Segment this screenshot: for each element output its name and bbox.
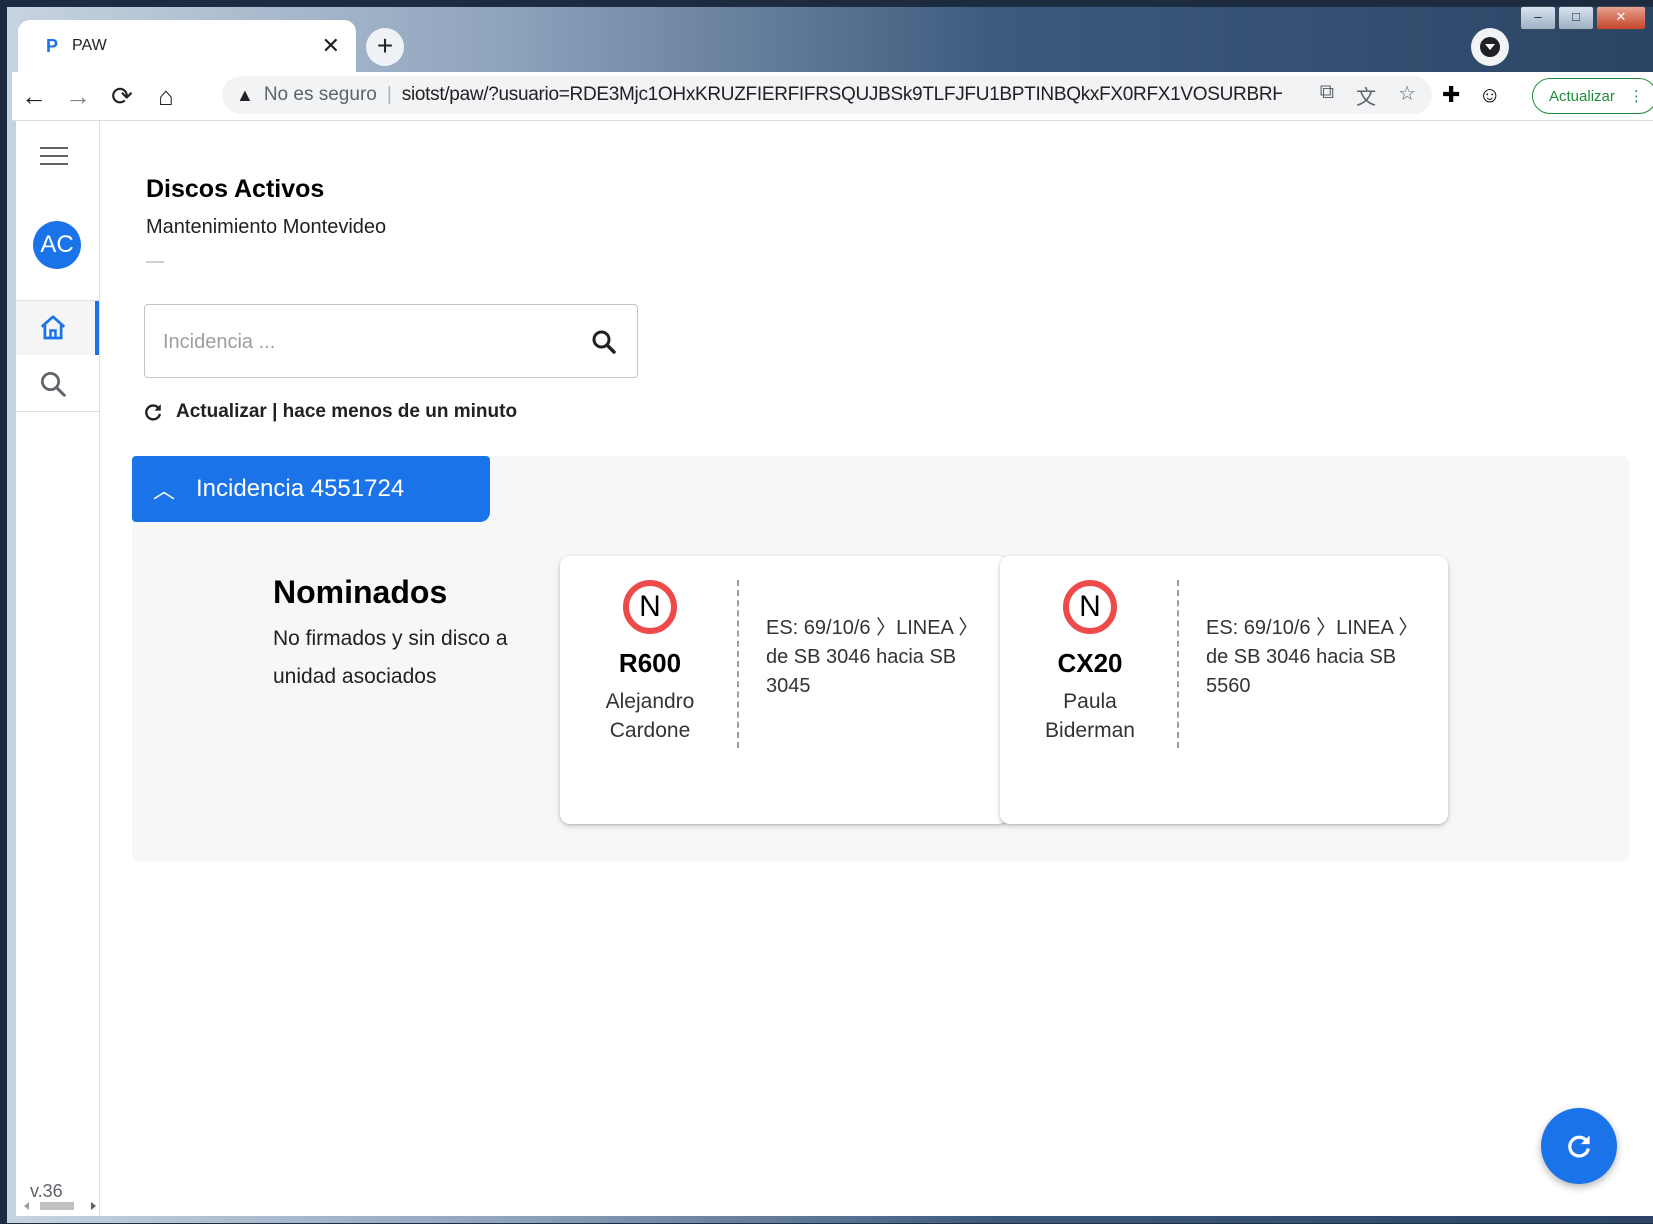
separator: | [386,84,392,105]
profile-avatar-icon[interactable]: ☺ [1478,82,1500,108]
translate-icon[interactable]: 文 [1356,81,1376,110]
status-badge: N [1063,580,1117,634]
open-external-icon[interactable]: ⧉ [1320,81,1334,110]
side-rail: AC v.36 [16,121,100,1216]
extensions: ✚ ☺ [1442,82,1501,108]
divider [146,261,164,263]
reload-icon[interactable]: ⟳ [100,81,144,112]
rail-divider [16,411,99,412]
incident-label: Incidencia 4551724 [196,475,405,502]
forward-icon[interactable]: → [56,81,100,112]
card-identity: N CX20 Paula Biderman [1000,580,1180,745]
card-description: ES: 69/10/6 〉LINEA 〉de SB 3046 hacia SB … [766,617,979,697]
tab-title: PAW [72,37,107,54]
card-identity: N R600 Alejandro Cardone [560,580,740,745]
incident-search-field [144,304,638,378]
incident-toggle[interactable]: ︿ Incidencia 4551724 [132,456,490,522]
assignment-card[interactable]: N R600 Alejandro Cardone ES: 69/10/6 〉LI… [560,556,1008,824]
card-person: Alejandro Cardone [605,690,695,742]
assignment-card[interactable]: N CX20 Paula Biderman ES: 69/10/6 〉LINEA… [1000,556,1448,824]
card-code: CX20 [1057,648,1123,678]
url-text[interactable]: siotst/paw/?usuario=RDE3Mjc1OHxKRUZFIERF… [402,84,1282,106]
section-title: Nominados [273,574,448,610]
favicon: P [46,35,59,56]
close-tab-icon[interactable]: ✕ [322,33,340,59]
home-icon [40,315,66,340]
browser-toolbar: ← → ⟳ ⌂ ▲ No es seguro | siotst/paw/?usu… [12,72,1653,121]
more-menu-icon[interactable]: ⋮ [1629,87,1644,105]
section-subtitle: No firmados y sin disco a unidad asociad… [273,627,508,688]
page-title: Discos Activos [146,175,325,203]
status-badge: N [623,580,677,634]
tab-search-icon[interactable] [1471,28,1509,66]
refresh-icon [1568,1135,1590,1158]
warning-icon: ▲ [236,84,254,105]
new-tab-button[interactable]: + [366,28,404,66]
refresh-link[interactable]: Actualizar | hace menos de un minuto [142,401,517,423]
extensions-puzzle-icon[interactable]: ✚ [1442,82,1460,108]
card-description: ES: 69/10/6 〉LINEA 〉de SB 3046 hacia SB … [1206,617,1419,697]
maximize-icon[interactable]: □ [1558,6,1594,30]
omnibox-actions: ⧉ 文 ☆ [1320,81,1416,110]
horizontal-scrollbar[interactable] [22,1199,98,1213]
browser-tab[interactable]: P PAW ✕ [18,20,356,72]
back-icon[interactable]: ← [12,81,56,112]
minimize-icon[interactable]: – [1520,6,1556,30]
card-code: R600 [618,648,682,678]
browser-update-button[interactable]: Actualizar ⋮ [1532,78,1653,114]
window-close-icon[interactable]: ✕ [1596,6,1646,30]
incident-search-input[interactable] [161,325,545,359]
sidebar-item-home[interactable] [16,301,99,355]
user-avatar[interactable]: AC [33,221,81,269]
bookmark-star-icon[interactable]: ☆ [1398,81,1416,110]
sidebar-item-search[interactable] [16,357,99,409]
card-divider [737,580,739,748]
home-browser-icon[interactable]: ⌂ [144,81,188,112]
window-controls: – □ ✕ [1520,6,1646,30]
search-icon[interactable] [589,327,619,357]
card-divider [1177,580,1179,748]
incident-panel: ︿ Incidencia 4551724 Nominados No firmad… [132,456,1630,862]
refresh-fab-button[interactable] [1541,1108,1617,1184]
security-label[interactable]: No es seguro [264,84,377,106]
card-person: Paula Biderman [1045,690,1135,742]
refresh-icon [145,404,162,421]
update-label: Actualizar [1549,87,1615,105]
chevron-up-icon: ︿ [152,478,175,503]
hamburger-menu-icon[interactable] [40,147,68,171]
search-icon [41,372,66,397]
page-subtitle: Mantenimiento Montevideo [146,216,387,238]
app-page: AC v.36 Discos Activos Mantenimiento Mon… [16,121,1653,1216]
refresh-label: Actualizar | hace menos de un minuto [176,401,518,422]
address-bar[interactable]: ▲ No es seguro | siotst/paw/?usuario=RDE… [222,76,1432,114]
